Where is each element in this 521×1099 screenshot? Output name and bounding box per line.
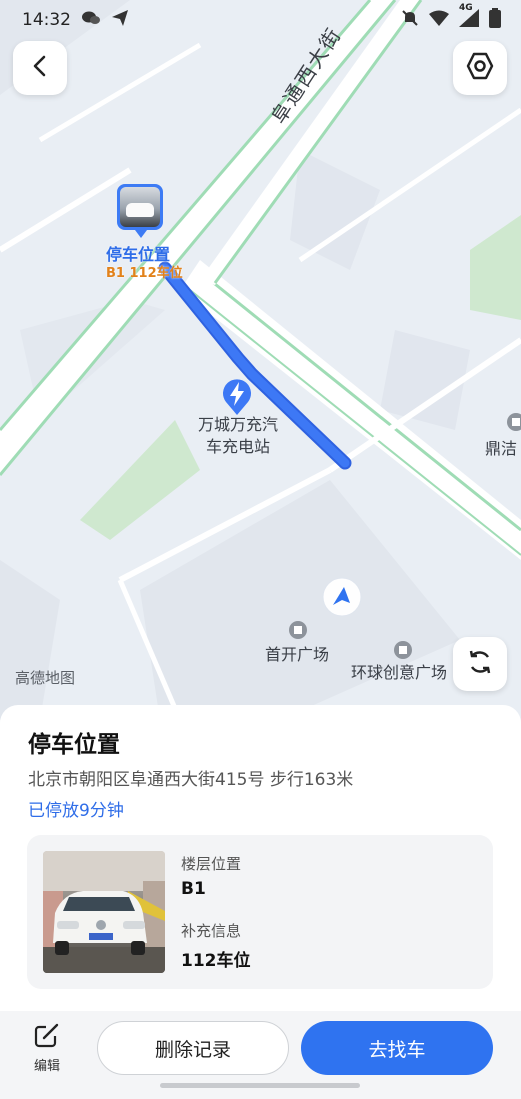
send-icon xyxy=(111,9,129,32)
extra-info-value: 112车位 xyxy=(181,951,251,971)
parked-duration: 已停放9分钟 xyxy=(28,801,124,821)
shoukai-poi-icon xyxy=(288,620,308,644)
mute-icon xyxy=(401,9,419,32)
pin-car-thumbnail xyxy=(120,187,160,227)
charging-station-label: 万城万充汽 车充电站 xyxy=(188,414,288,458)
network-type: 4G xyxy=(459,3,473,13)
user-location-marker xyxy=(321,576,363,622)
edit-label: 编辑 xyxy=(33,1059,60,1074)
wechat-icon xyxy=(81,10,101,31)
poi-dingjie-label: 鼎洁 xyxy=(485,439,518,458)
signal-icon: 4G xyxy=(459,3,479,32)
find-car-button[interactable]: 去找车 xyxy=(301,1021,493,1075)
huanqiu-poi-icon xyxy=(393,640,413,664)
refresh-icon xyxy=(466,648,494,680)
back-button[interactable] xyxy=(13,41,67,95)
charging-station-line1: 万城万充汽 xyxy=(197,415,278,434)
wifi-icon xyxy=(429,10,449,31)
parking-detail-card: 楼层位置 B1 补充信息 112车位 xyxy=(27,835,493,989)
map-view[interactable]: 14:32 4G 阜通西大街 停车位置 B1 112车位 万城万充汽 车充电站 … xyxy=(0,0,521,720)
status-time: 14:32 xyxy=(22,10,71,30)
battery-icon xyxy=(489,8,501,33)
home-indicator[interactable] xyxy=(160,1083,360,1088)
floor-label: 楼层位置 xyxy=(181,855,242,873)
pin-subtitle: B1 112车位 xyxy=(106,266,183,281)
poi-shoukai-label: 首开广场 xyxy=(265,645,330,664)
settings-button[interactable] xyxy=(453,41,507,95)
delete-record-button[interactable]: 删除记录 xyxy=(97,1021,289,1075)
extra-info-label: 补充信息 xyxy=(181,922,242,940)
parking-address: 北京市朝阳区阜通西大街415号 步行163米 xyxy=(28,770,354,790)
floor-value: B1 xyxy=(181,879,206,899)
edit-icon xyxy=(33,1023,61,1053)
poi-huanqiu-label: 环球创意广场 xyxy=(351,663,448,682)
sheet-title: 停车位置 xyxy=(28,732,120,758)
map-provider-logo: 高德地图 xyxy=(15,669,76,687)
chevron-left-icon xyxy=(28,54,52,82)
car-photo[interactable] xyxy=(43,851,165,973)
map-background xyxy=(0,0,521,720)
status-bar: 14:32 4G xyxy=(0,0,521,40)
parking-location-pin[interactable] xyxy=(117,184,163,238)
building-poi-icon xyxy=(506,412,521,438)
pin-pointer xyxy=(135,230,147,238)
refresh-location-button[interactable] xyxy=(453,637,507,691)
charging-station-line2: 车充电站 xyxy=(205,437,270,456)
hexagon-settings-icon xyxy=(466,52,494,84)
edit-button[interactable]: 编辑 xyxy=(25,1021,69,1081)
